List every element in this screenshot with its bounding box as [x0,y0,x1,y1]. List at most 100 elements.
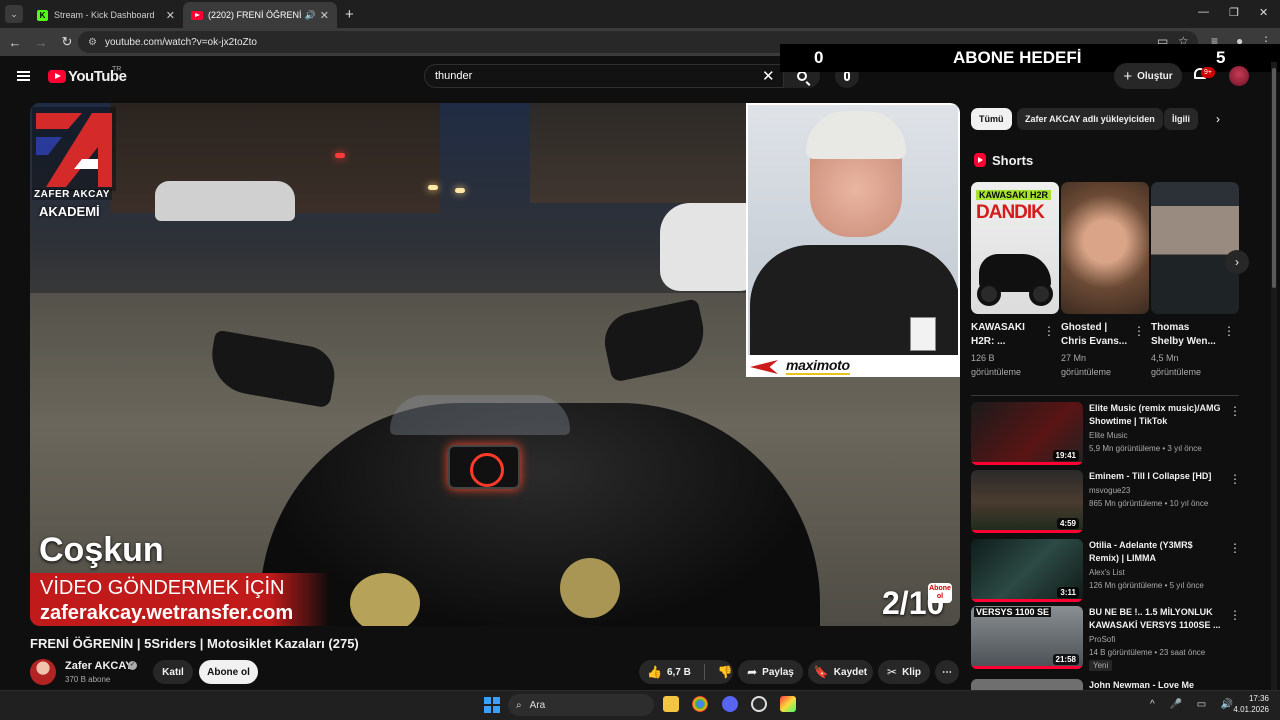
short-thumbnail[interactable] [1061,182,1149,314]
video-thumbnail[interactable]: 4:59 [971,470,1083,533]
join-button[interactable]: Katıl [153,660,193,684]
share-label: Paylaş [762,666,794,678]
search-input[interactable]: thunder [424,64,784,88]
video-player[interactable]: ZAFER AKCAY AKADEMİ maximoto Coşkun VİDE… [30,103,960,626]
chevron-right-icon[interactable]: › [1216,112,1220,126]
more-vertical-icon[interactable]: ⋮ [1229,541,1241,555]
channel-name[interactable]: Elite Music [1089,431,1128,440]
short-title[interactable]: Ghosted | Chris Evans... [1061,321,1131,349]
related-video-item[interactable]: 19:41 Elite Music (remix music)/AMG Show… [971,402,1241,466]
video-scene-headlight [428,185,438,190]
more-actions-button[interactable]: ⋯ [935,660,959,684]
more-vertical-icon[interactable]: ⋮ [1229,472,1241,486]
more-vertical-icon[interactable]: ⋮ [1229,608,1241,622]
tab-kick-dashboard[interactable]: K Stream - Kick Dashboard ✕ [29,2,183,28]
arrow-right-icon[interactable]: → [28,35,54,50]
close-tab-icon[interactable]: ✕ [320,9,329,22]
clear-search-icon[interactable]: ✕ [762,67,775,85]
taskbar-search[interactable]: ⌕ Ara [508,694,654,716]
shorts-next-button[interactable]: › [1225,250,1249,274]
goal-target: 5 [1216,48,1226,67]
chip-related[interactable]: İlgili [1164,108,1198,130]
channel-name[interactable]: ProSofi [1089,635,1115,644]
restore-icon[interactable]: ❐ [1229,6,1239,19]
save-label: Kaydet [833,666,868,678]
chip-from-uploader[interactable]: Zafer AKCAY adlı yükleyiciden [1017,108,1163,130]
site-info-icon[interactable]: ⚙ [88,37,97,48]
reload-icon[interactable]: ↻ [54,34,80,50]
minimize-icon[interactable]: — [1198,6,1209,18]
chip-all[interactable]: Tümü [971,108,1012,130]
tab-youtube-video[interactable]: (2202) FRENİ ÖĞRENİN | 5S 🔊 ✕ [183,2,337,28]
video-title[interactable]: John Newman - Love Me Again [1089,679,1221,690]
more-vertical-icon[interactable]: ⋮ [1223,324,1235,338]
short-item[interactable]: Thomas Shelby Wen... 4,5 Mn görüntüleme … [1151,182,1239,377]
taskbar-date[interactable]: 4.01.2026 [1230,705,1269,714]
thumb-text: KAWASAKI H2R [976,190,1052,200]
youtube-logo-icon[interactable] [48,70,66,83]
more-vertical-icon[interactable]: ⋮ [1229,404,1241,418]
subscribe-badge: Abone ol [928,583,952,603]
thumbs-up-icon[interactable]: 👍 [647,665,662,679]
share-button[interactable]: ➦ Paylaş [738,660,803,684]
video-title[interactable]: BU NE BE !.. 1.5 MİLYONLUK KAWASAKİ VERS… [1089,606,1221,632]
video-title[interactable]: Elite Music (remix music)/AMG Showtime |… [1089,402,1221,428]
app-icon[interactable] [780,696,796,712]
short-item[interactable]: Ghosted | Chris Evans... 27 Mn görüntüle… [1061,182,1149,377]
video-thumbnail[interactable]: 3:11 [971,539,1083,602]
short-item[interactable]: KAWASAKI H2R DANDIK KAWASAKI H2R: ... 12… [971,182,1059,377]
more-vertical-icon[interactable]: ⋮ [1043,324,1055,338]
file-explorer-icon[interactable] [663,696,679,712]
caption-line-1: VİDEO GÖNDERMEK İÇİN [40,577,285,599]
hamburger-menu-icon[interactable] [17,71,30,81]
speaker-icon[interactable]: 🔊 [305,10,316,21]
video-scene-windshield [390,395,570,435]
channel-name[interactable]: Zafer AKCAY [65,660,133,672]
account-avatar[interactable] [1229,66,1249,86]
watch-progress [971,462,1083,465]
close-tab-icon[interactable]: ✕ [166,9,175,22]
channel-avatar[interactable] [30,659,56,685]
like-count[interactable]: 6,7 B [667,667,691,678]
thumbs-down-icon[interactable]: 👎 [718,665,733,679]
arrow-left-icon[interactable]: ← [2,35,28,50]
verified-check-icon: ✓ [128,661,137,670]
notification-badge: 9+ [1201,67,1215,78]
clip-button[interactable]: ✂ Klip [878,660,930,684]
system-tray-icons[interactable]: ^ 🎤 ▭ 🔊 [1150,699,1239,710]
taskbar-time[interactable]: 17:36 [1233,694,1269,703]
short-title[interactable]: KAWASAKI H2R: ... [971,321,1041,349]
chrome-icon[interactable] [692,696,708,712]
video-title[interactable]: Otilia - Adelante (Y3MR$ Remix) | LIMMA [1089,539,1221,565]
more-horizontal-icon: ⋯ [942,666,952,678]
channel-name[interactable]: msvogue23 [1089,486,1130,495]
browser-tab-strip: ⌄ K Stream - Kick Dashboard ✕ (2202) FRE… [0,0,1280,28]
windows-start-icon[interactable] [484,697,500,713]
duration-badge: 19:41 [1052,450,1079,461]
related-video-item[interactable]: 3:11 Otilia - Adelante (Y3MR$ Remix) | L… [971,539,1241,603]
app-icon[interactable] [751,696,767,712]
plus-icon: + [1123,67,1133,85]
related-video-item[interactable]: John Newman - Love Me Again [971,679,1239,690]
discord-icon[interactable] [722,696,738,712]
new-tab-icon[interactable]: + [345,6,354,23]
channel-name[interactable]: Alex's List [1089,568,1125,577]
video-thumbnail[interactable] [971,679,1083,690]
short-thumbnail[interactable] [1151,182,1239,314]
tab-search-icon[interactable]: ⌄ [5,5,23,23]
related-video-item[interactable]: 4:59 Eminem - Till I Collapse [HD] msvog… [971,470,1241,534]
more-vertical-icon[interactable]: ⋮ [1133,324,1145,338]
video-thumbnail[interactable]: VERSYS 1100 SE 21:58 [971,606,1083,669]
duration-badge: 4:59 [1056,518,1079,529]
video-title[interactable]: Eminem - Till I Collapse [HD] [1089,470,1221,483]
url-text: youtube.com/watch?v=ok-jx2toZto [104,36,257,48]
video-thumbnail[interactable]: 19:41 [971,402,1083,465]
short-title[interactable]: Thomas Shelby Wen... [1151,321,1221,349]
short-thumbnail[interactable]: KAWASAKI H2R DANDIK [971,182,1059,314]
save-button[interactable]: 🔖 Kaydet [808,660,873,684]
subscribe-button[interactable]: Abone ol [199,660,258,684]
scrollbar-thumb[interactable] [1272,68,1276,288]
create-button[interactable]: + Oluştur [1114,63,1182,89]
close-window-icon[interactable]: ✕ [1259,6,1268,19]
related-video-item[interactable]: VERSYS 1100 SE 21:58 BU NE BE !.. 1.5 Mİ… [971,606,1241,671]
